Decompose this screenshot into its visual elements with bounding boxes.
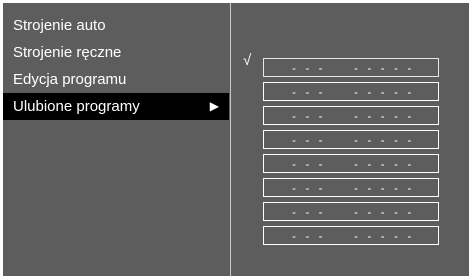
panel-divider xyxy=(230,3,231,276)
slot-channel-number: - - - xyxy=(292,85,326,99)
slot-channel-number: - - - xyxy=(292,181,326,195)
tv-menu-screen: Strojenie auto Strojenie ręczne Edycja p… xyxy=(3,3,469,276)
check-mark-icon: √ xyxy=(243,52,252,69)
slot-channel-name: - - - - - xyxy=(354,109,415,123)
menu-item-label: Strojenie ręczne xyxy=(13,44,122,61)
menu-item-auto-tuning[interactable]: Strojenie auto xyxy=(3,12,230,39)
tv-menu-frame: Strojenie auto Strojenie ręczne Edycja p… xyxy=(0,0,473,280)
favorite-program-slot[interactable]: - - -- - - - - xyxy=(263,226,439,245)
arrow-right-icon: ▶ xyxy=(209,99,219,113)
menu-item-program-edit[interactable]: Edycja programu xyxy=(3,66,230,93)
slot-channel-number: - - - xyxy=(292,205,326,219)
slot-channel-name: - - - - - xyxy=(354,157,415,171)
slot-channel-name: - - - - - xyxy=(354,85,415,99)
slot-channel-name: - - - - - xyxy=(354,205,415,219)
tuning-menu: Strojenie auto Strojenie ręczne Edycja p… xyxy=(3,12,230,120)
favorite-program-slot[interactable]: - - -- - - - - xyxy=(263,202,439,221)
menu-item-label: Edycja programu xyxy=(13,71,127,88)
slot-channel-name: - - - - - xyxy=(354,133,415,147)
slot-channel-name: - - - - - xyxy=(354,181,415,195)
slot-channel-number: - - - xyxy=(292,133,326,147)
slot-channel-number: - - - xyxy=(292,109,326,123)
menu-item-favorite-programs[interactable]: Ulubione programy ▶ xyxy=(3,93,229,120)
menu-item-label: Strojenie auto xyxy=(13,17,106,34)
slot-channel-name: - - - - - xyxy=(354,61,415,75)
favorite-program-slot[interactable]: - - -- - - - - xyxy=(263,130,439,149)
slot-channel-number: - - - xyxy=(292,157,326,171)
favorite-program-slot[interactable]: - - -- - - - - xyxy=(263,106,439,125)
menu-item-manual-tuning[interactable]: Strojenie ręczne xyxy=(3,39,230,66)
favorite-program-slot[interactable]: - - -- - - - - xyxy=(263,154,439,173)
favorite-program-slot[interactable]: - - -- - - - - xyxy=(263,82,439,101)
menu-item-label: Ulubione programy xyxy=(13,98,140,115)
favorite-program-slot[interactable]: - - -- - - - - xyxy=(263,58,439,77)
slot-channel-number: - - - xyxy=(292,229,326,243)
slot-channel-number: - - - xyxy=(292,61,326,75)
favorite-program-slot[interactable]: - - -- - - - - xyxy=(263,178,439,197)
slot-channel-name: - - - - - xyxy=(354,229,415,243)
